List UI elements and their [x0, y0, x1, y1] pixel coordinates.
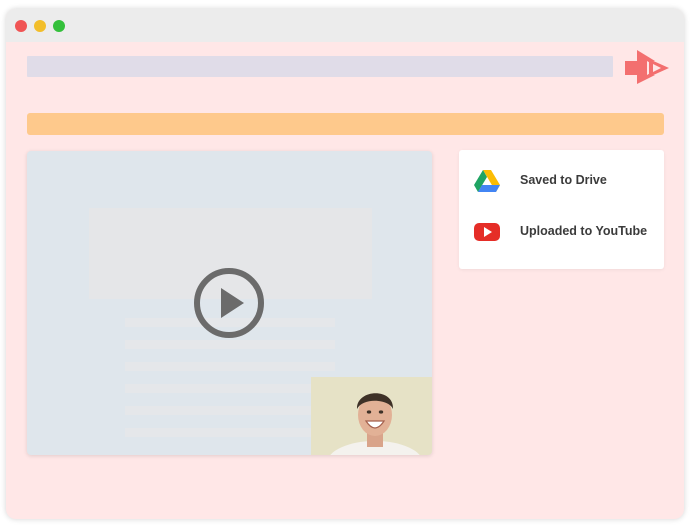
video-player[interactable] — [27, 151, 432, 455]
placeholder-line — [125, 406, 311, 415]
placeholder-line — [125, 428, 311, 437]
close-window-button[interactable] — [15, 20, 27, 32]
upload-status-card: Saved to Drive Uploaded to YouTube — [459, 150, 664, 269]
maximize-window-button[interactable] — [53, 20, 65, 32]
youtube-icon — [474, 223, 500, 241]
address-bar[interactable] — [27, 56, 613, 77]
brand-arrows-logo-icon — [625, 50, 669, 84]
google-drive-icon — [474, 170, 500, 192]
notification-banner — [27, 113, 664, 135]
person-avatar-icon — [330, 393, 420, 455]
status-item-youtube: Uploaded to YouTube — [473, 218, 658, 246]
status-label: Saved to Drive — [520, 173, 607, 187]
status-label: Uploaded to YouTube — [520, 224, 648, 238]
placeholder-line — [125, 384, 311, 393]
title-bar — [6, 9, 684, 42]
status-item-drive: Saved to Drive — [473, 167, 658, 195]
placeholder-line — [125, 340, 335, 349]
minimize-window-button[interactable] — [34, 20, 46, 32]
browser-window: Saved to Drive Uploaded to YouTube — [6, 9, 684, 519]
placeholder-line — [125, 362, 335, 371]
play-icon[interactable] — [193, 267, 265, 339]
webcam-overlay — [311, 377, 432, 455]
